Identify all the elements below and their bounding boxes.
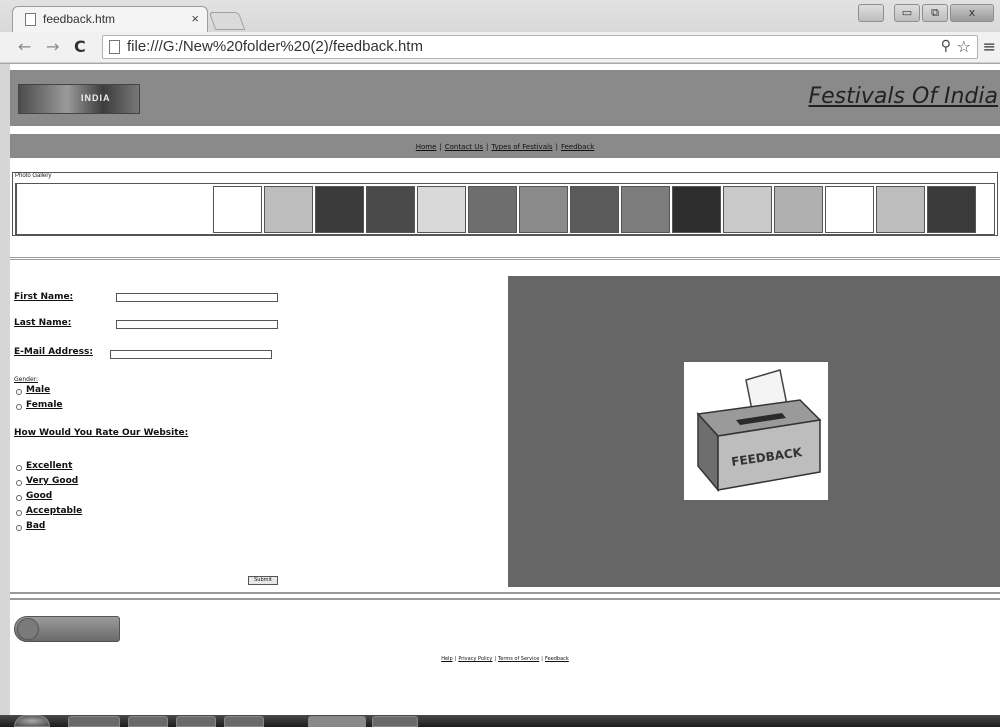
gender-option-female[interactable]: Female [26,400,63,410]
nav-link-contact-us[interactable]: Contact Us [445,143,483,151]
rating-option-very-good[interactable]: Very Good [26,476,78,486]
rating-option-bad[interactable]: Bad [26,521,45,531]
nav-link-types-of-festivals[interactable]: Types of Festivals [491,143,552,151]
last-name-field[interactable] [116,320,278,329]
feedback-form: First Name: Last Name: E-Mail Address: G… [14,276,504,588]
gallery-label: Photo Gallery [15,173,52,179]
site-header: INDIA Festivals Of India [10,70,1000,126]
photo-gallery: Photo Gallery [12,172,998,236]
first-name-label: First Name: [14,292,74,302]
address-bar[interactable]: file:///G:/New%20folder%20(2)/feedback.h… [102,35,978,59]
gallery-thumbnail[interactable] [315,186,364,233]
window-controls: ▭ ⧉ x [858,4,994,24]
browser-chrome: feedback.htm × ▭ ⧉ x ← → C file:///G:/Ne… [0,0,1000,64]
last-name-label: Last Name: [14,318,72,328]
taskbar-item[interactable] [224,716,264,727]
page-viewport: INDIA Festivals Of India Home | Contact Us… [10,64,1000,715]
taskbar-item[interactable] [68,716,120,727]
start-button[interactable] [14,715,50,727]
rating-label: How Would You Rate Our Website: [14,428,189,438]
footer-link-terms-of-service[interactable]: Terms of Service [498,656,539,662]
rating-radio-excellent[interactable] [16,465,22,471]
reload-icon[interactable]: C [74,37,86,56]
gallery-thumbnail[interactable] [876,186,925,233]
nav-link-home[interactable]: Home [416,143,437,151]
rating-option-excellent[interactable]: Excellent [26,461,72,471]
gallery-thumbnail[interactable] [927,186,976,233]
gallery-thumbnail[interactable] [264,186,313,233]
footer-link-feedback[interactable]: Feedback [545,656,569,662]
gallery-thumbnail[interactable] [723,186,772,233]
forward-arrow-icon[interactable]: → [46,37,59,56]
browser-toolbar: ← → C file:///G:/New%20folder%20(2)/feed… [0,32,1000,62]
gallery-marquee [15,183,995,235]
footer-link-privacy-policy[interactable]: Privacy Policy [458,656,492,662]
tab-close-icon[interactable]: × [191,11,199,26]
gallery-thumbnail[interactable] [621,186,670,233]
email-label: E-Mail Address: [14,347,93,357]
rating-option-acceptable[interactable]: Acceptable [26,506,82,516]
gender-radio-female[interactable] [16,404,22,410]
close-window-button[interactable]: x [950,4,994,22]
gallery-thumbnail[interactable] [417,186,466,233]
ballot-box-illustration: FEEDBACK [696,369,822,493]
gallery-thumbnail[interactable] [213,186,262,233]
submit-button[interactable]: Submit [248,576,278,585]
logo-text: INDIA [81,93,111,103]
menu-icon[interactable]: ≡ [983,37,996,56]
footer-link-help[interactable]: Help [441,656,452,662]
rating-radio-good[interactable] [16,495,22,501]
first-name-field[interactable] [116,293,278,302]
site-title: Festivals Of India [808,84,998,109]
footer-links: Help | Privacy Policy | Terms of Service | Fee… [441,656,569,662]
page-icon [25,13,36,26]
email-field[interactable] [110,350,272,359]
user-icon[interactable] [858,4,884,22]
footer-badge[interactable] [14,616,120,642]
taskbar-item-active[interactable] [308,716,366,727]
file-icon [109,40,120,54]
gallery-thumbnail[interactable] [672,186,721,233]
minimize-button[interactable]: ▭ [894,4,920,22]
tab-title: feedback.htm [43,12,116,26]
feedback-box-image: FEEDBACK [684,362,828,500]
rating-radio-very-good[interactable] [16,480,22,486]
gender-option-male[interactable]: Male [26,385,50,395]
gallery-thumbnail[interactable] [366,186,415,233]
gender-radio-male[interactable] [16,389,22,395]
footer-divider [10,592,1000,600]
gallery-thumbnail[interactable] [468,186,517,233]
divider [10,257,1000,260]
nav-link-feedback[interactable]: Feedback [561,143,594,151]
browser-tab[interactable]: feedback.htm × [12,6,208,32]
feedback-image-panel: FEEDBACK [508,276,1000,587]
gallery-thumbnail[interactable] [774,186,823,233]
badge-knob-icon [17,618,39,640]
bookmark-star-icon[interactable]: ☆ [957,37,971,56]
main-nav: Home | Contact Us | Types of Festivals | Feedb… [10,132,1000,158]
site-logo[interactable]: INDIA [18,84,140,114]
os-taskbar [0,715,1000,727]
address-url[interactable]: file:///G:/New%20folder%20(2)/feedback.h… [127,38,423,55]
taskbar-item[interactable] [372,716,418,727]
back-arrow-icon[interactable]: ← [18,37,31,56]
maximize-button[interactable]: ⧉ [922,4,948,22]
gallery-thumbnail[interactable] [825,186,874,233]
taskbar-item[interactable] [176,716,216,727]
zoom-icon[interactable]: ⚲ [941,38,951,54]
taskbar-item[interactable] [128,716,168,727]
gallery-thumbnail[interactable] [519,186,568,233]
gallery-thumbnail[interactable] [570,186,619,233]
rating-radio-acceptable[interactable] [16,510,22,516]
rating-option-good[interactable]: Good [26,491,52,501]
rating-radio-bad[interactable] [16,525,22,531]
gender-label: Gender: [14,376,39,383]
new-tab-button[interactable] [208,12,246,30]
